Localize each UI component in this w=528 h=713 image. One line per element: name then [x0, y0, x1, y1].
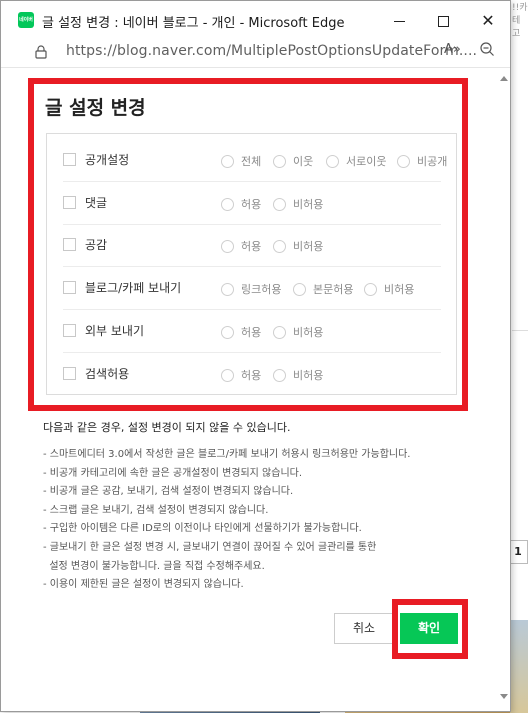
scroll-up-arrow-icon[interactable] [500, 76, 508, 81]
option-row: 블로그/카페 보내기 링크허용 본문허용 비허용 [63, 267, 441, 310]
radio-label: 허용 [241, 240, 262, 253]
radio-circle-icon[interactable] [273, 154, 286, 168]
background-divider [512, 330, 528, 331]
option-checkbox[interactable] [63, 238, 76, 251]
option-checkbox[interactable] [63, 367, 76, 380]
radio-circle-icon[interactable] [273, 325, 286, 339]
radio-circle-icon[interactable] [273, 197, 286, 211]
option-radio[interactable]: 허용 [221, 238, 261, 254]
radio-circle-icon[interactable] [364, 282, 377, 296]
option-row: 검색허용 허용 비허용 [63, 353, 441, 396]
zoom-out-icon[interactable] [479, 41, 495, 57]
option-label: 공감 [85, 238, 108, 252]
address-bar-url[interactable]: https://blog.naver.com/MultiplePostOptio… [66, 43, 477, 59]
option-label: 댓글 [85, 196, 108, 210]
minimize-button[interactable] [381, 7, 417, 35]
option-radio[interactable]: 허용 [221, 196, 261, 212]
naver-blog-icon: 네이버 [18, 12, 34, 28]
option-label: 외부 보내기 [85, 324, 145, 338]
notice-item: - 구입한 아이템은 다른 ID로의 이전이나 타인에게 선물하기가 불가능합니… [43, 523, 362, 535]
radio-circle-icon[interactable] [221, 239, 234, 253]
option-checkbox[interactable] [63, 324, 76, 337]
radio-label: 본문허용 [313, 283, 354, 296]
radio-circle-icon[interactable] [293, 282, 306, 296]
radio-circle-icon[interactable] [221, 197, 234, 211]
close-icon: ✕ [481, 11, 495, 30]
minimize-icon [393, 20, 405, 22]
radio-circle-icon[interactable] [221, 325, 234, 339]
radio-label: 허용 [241, 326, 262, 339]
option-label: 공개설정 [85, 153, 130, 167]
radio-circle-icon[interactable] [273, 239, 286, 253]
options-panel: 공개설정 전체 이웃 서로이웃 비공개 댓글 허용 비허용 공감 허용 비허용 블로그/카페 보내기 링… [46, 133, 457, 395]
option-checkbox[interactable] [63, 281, 76, 294]
radio-label: 전체 [241, 155, 262, 168]
option-radio[interactable]: 링크허용 [221, 281, 281, 297]
notice-title: 다음과 같은 경우, 설정 변경이 되지 않을 수 있습니다. [43, 421, 291, 434]
option-checkbox[interactable] [63, 196, 76, 209]
background-page-number[interactable]: 1 [508, 540, 528, 564]
option-radio[interactable]: 비허용 [364, 281, 414, 297]
radio-circle-icon[interactable] [221, 154, 234, 168]
radio-label: 허용 [241, 198, 262, 211]
option-radio[interactable]: 본문허용 [293, 281, 353, 297]
radio-label: 비공개 [417, 155, 448, 168]
notice-item: - 글보내기 한 글은 설정 변경 시, 글보내기 연결이 끊어질 수 있어 글… [43, 541, 377, 553]
radio-label: 비허용 [293, 198, 324, 211]
background-image [510, 620, 528, 713]
option-radio[interactable]: 비허용 [273, 367, 323, 383]
lock-icon[interactable] [35, 45, 47, 59]
option-radio[interactable]: 이웃 [273, 153, 313, 169]
radio-label: 비허용 [384, 283, 415, 296]
radio-label: 비허용 [293, 326, 324, 339]
notice-item: 설정 변경이 불가능합니다. 글을 직접 수정해주세요. [43, 560, 265, 572]
radio-label: 링크허용 [241, 283, 282, 296]
option-radio[interactable]: 비공개 [397, 153, 447, 169]
radio-circle-icon[interactable] [221, 368, 234, 382]
notice-item: - 스크랩 글은 보내기, 검색 설정이 변경되지 않습니다. [43, 504, 269, 516]
notice-item: - 비공개 카테고리에 속한 글은 공개설정이 변경되지 않습니다. [43, 467, 303, 479]
background-page [510, 0, 528, 713]
notice-item: - 이용이 제한된 글은 설정이 변경되지 않습니다. [43, 579, 244, 591]
radio-label: 비허용 [293, 240, 324, 253]
radio-circle-icon[interactable] [326, 154, 339, 168]
option-radio[interactable]: 비허용 [273, 238, 323, 254]
dialog-title: 글 설정 변경 [45, 97, 146, 119]
radio-circle-icon[interactable] [397, 154, 410, 168]
notice-item: - 스마트에디터 3.0에서 작성한 글은 블로그/카페 보내기 허용시 링크허… [43, 449, 411, 460]
option-radio[interactable]: 허용 [221, 367, 261, 383]
radio-label: 허용 [241, 369, 262, 382]
radio-circle-icon[interactable] [221, 282, 234, 296]
scrollbar[interactable] [497, 68, 510, 711]
option-row: 공개설정 전체 이웃 서로이웃 비공개 [63, 139, 447, 182]
maximize-button[interactable] [425, 7, 461, 35]
close-button[interactable]: ✕ [470, 7, 506, 35]
option-radio[interactable]: 비허용 [273, 324, 323, 340]
notice-list: - 스마트에디터 3.0에서 작성한 글은 블로그/카페 보내기 허용시 링크허… [43, 446, 410, 595]
cancel-button[interactable]: 취소 [334, 613, 394, 644]
radio-label: 이웃 [293, 155, 314, 168]
browser-popup-window: 네이버 글 설정 변경 : 네이버 블로그 - 개인 - Microsoft E… [0, 0, 511, 712]
option-label: 검색허용 [85, 367, 130, 381]
option-row: 댓글 허용 비허용 [63, 182, 441, 225]
radio-circle-icon[interactable] [273, 368, 286, 382]
scroll-down-arrow-icon[interactable] [500, 694, 508, 699]
option-radio[interactable]: 전체 [221, 153, 261, 169]
option-row: 외부 보내기 허용 비허용 [63, 310, 441, 353]
option-radio[interactable]: 비허용 [273, 196, 323, 212]
option-radio[interactable]: 서로이웃 [326, 153, 386, 169]
option-checkbox[interactable] [63, 153, 76, 166]
option-radio[interactable]: 허용 [221, 324, 261, 340]
option-label: 블로그/카페 보내기 [85, 281, 182, 295]
confirm-button[interactable]: 확인 [400, 613, 458, 644]
window-title: 글 설정 변경 : 네이버 블로그 - 개인 - Microsoft Edge [42, 16, 345, 31]
background-category-text: !!카테고 [512, 3, 528, 39]
read-aloud-icon[interactable]: A» [444, 42, 461, 57]
maximize-icon [437, 15, 449, 27]
notice-item: - 비공개 글은 공감, 보내기, 검색 설정이 변경되지 않습니다. [43, 486, 294, 498]
radio-label: 비허용 [293, 369, 324, 382]
radio-label: 서로이웃 [346, 155, 387, 168]
title-bar[interactable]: 네이버 글 설정 변경 : 네이버 블로그 - 개인 - Microsoft E… [1, 1, 510, 39]
option-row: 공감 허용 비허용 [63, 224, 441, 267]
